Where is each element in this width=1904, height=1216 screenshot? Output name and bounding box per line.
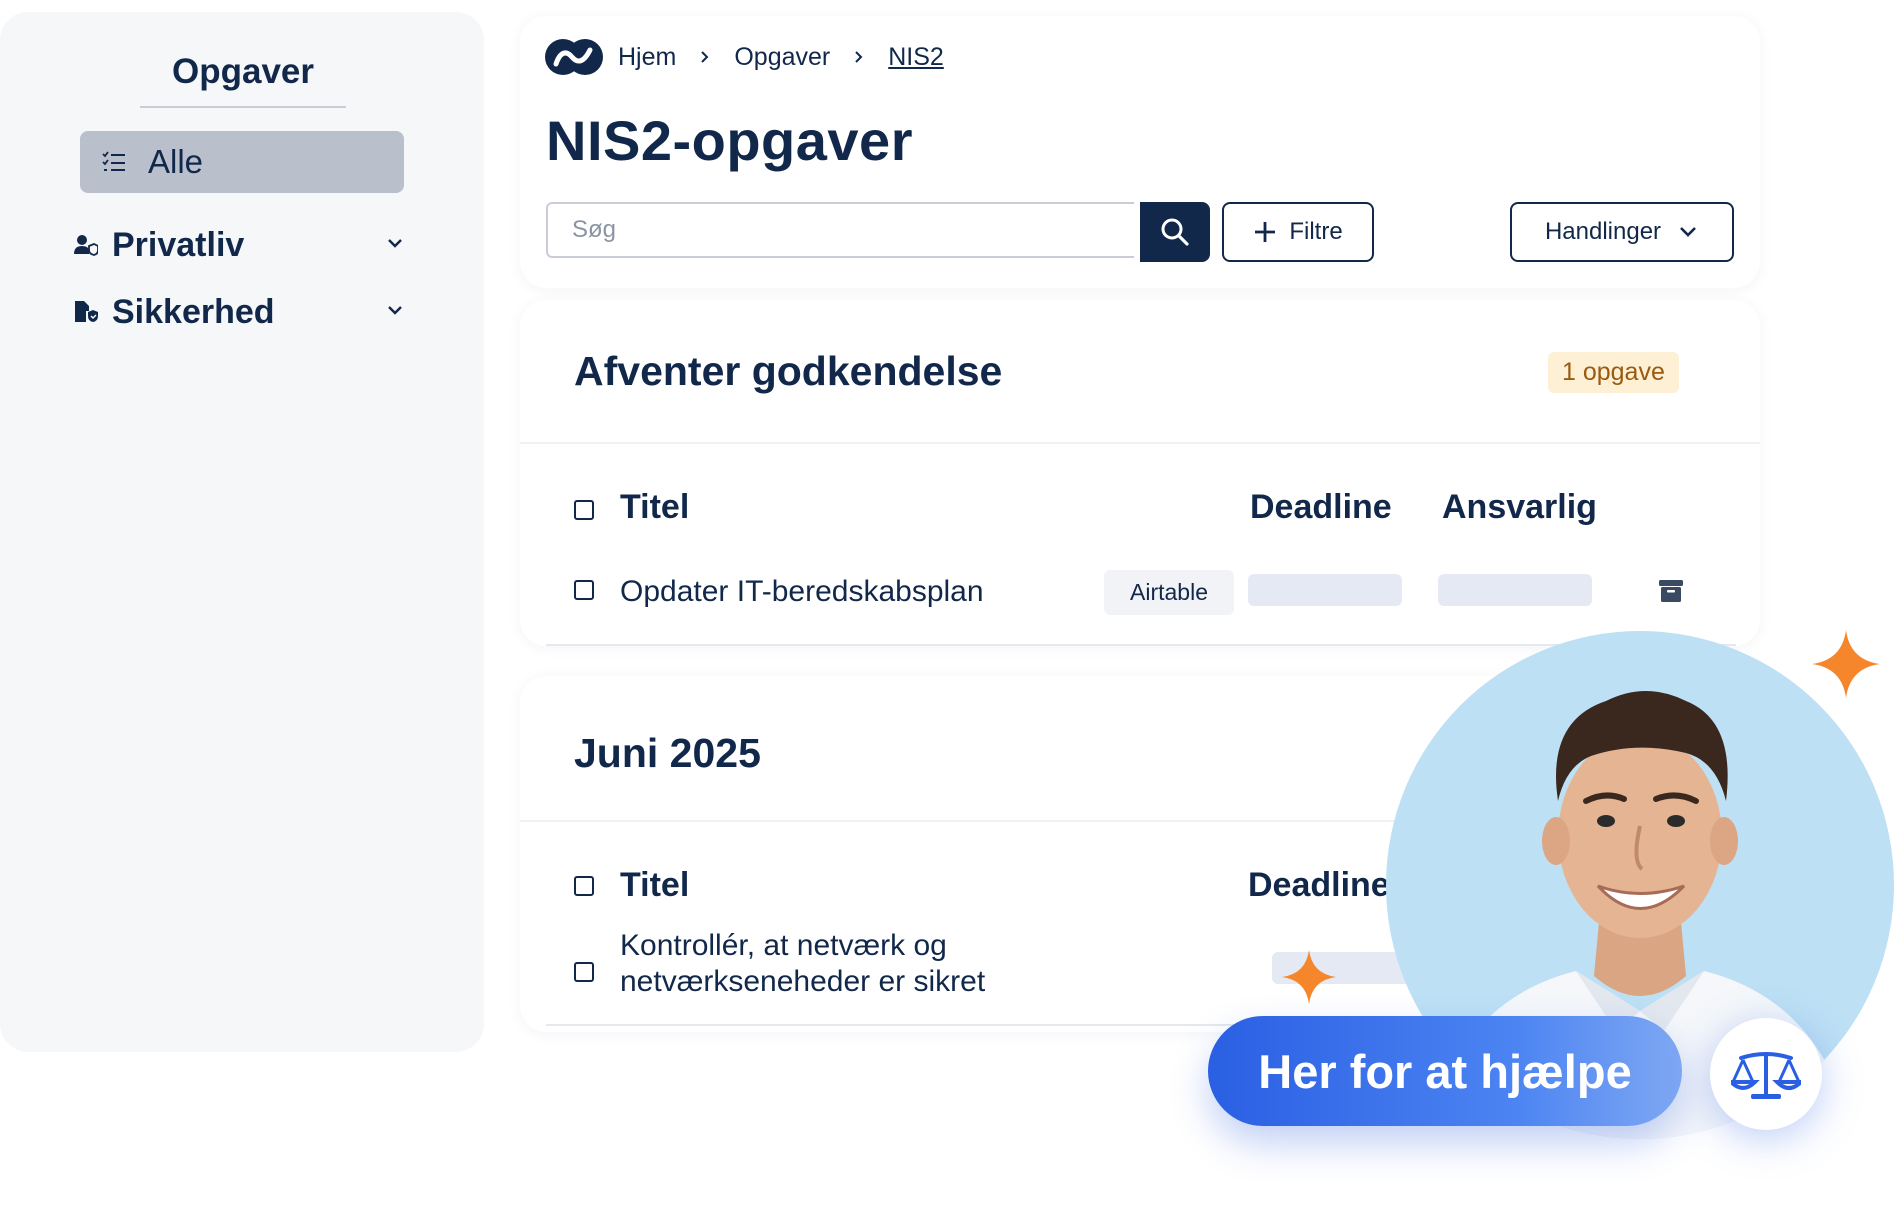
divider [520,442,1760,444]
task-title-line: Kontrollér, at netværk og [620,929,947,962]
section-title: Juni 2025 [574,730,761,776]
file-shield-icon [75,301,98,322]
brand-logo-icon [545,39,603,75]
balance-scale-icon [1731,1052,1801,1099]
sidebar-item-sikkerhed[interactable]: Sikkerhed [74,287,414,337]
row-checkbox[interactable] [574,580,594,600]
chevron-right-icon [855,51,863,63]
section-pending-approval: Afventer godkendelse 1 opgave Titel Dead… [520,300,1760,646]
page-title: NIS2-opgaver [546,109,913,172]
sparkle-icon [1812,630,1880,698]
chevron-down-icon[interactable] [384,232,406,254]
help-chat-button[interactable]: Her for at hjælpe [1208,1016,1682,1126]
row-divider [546,1024,1276,1026]
breadcrumb-opgaver[interactable]: Opgaver [734,43,830,72]
sidebar-title: Opgaver [140,52,346,108]
chevron-down-icon[interactable] [384,299,406,321]
breadcrumb-nis2[interactable]: NIS2 [888,43,944,72]
section-title: Afventer godkendelse [574,348,1003,394]
legal-badge[interactable] [1710,1018,1822,1130]
source-tag: Airtable [1104,570,1234,615]
column-header-titel[interactable]: Titel [620,488,689,527]
sidebar: Opgaver Alle Privatliv Sikkerhed [0,12,484,1052]
column-header-deadline[interactable]: Deadline [1248,866,1390,905]
search-icon [1161,218,1189,246]
deadline-placeholder [1248,574,1402,606]
filter-button-label: Filtre [1289,218,1343,245]
user-shield-icon [74,235,98,256]
actions-dropdown[interactable]: Handlinger [1510,202,1734,262]
breadcrumb-hjem[interactable]: Hjem [618,43,676,72]
sidebar-item-privatliv[interactable]: Privatliv [74,220,414,270]
task-title[interactable]: Opdater IT-beredskabsplan [620,574,984,610]
archive-icon[interactable] [1658,578,1684,604]
column-header-ansvarlig[interactable]: Ansvarlig [1442,488,1597,527]
search-input[interactable] [546,202,1134,258]
sidebar-item-label: Privatliv [112,225,245,264]
row-checkbox[interactable] [574,962,594,982]
sidebar-item-alle[interactable]: Alle [80,131,404,193]
task-title-line: netværkseneheder er sikret [620,965,986,998]
search-button[interactable] [1140,202,1210,262]
sidebar-item-label: Alle [148,143,204,180]
select-all-checkbox[interactable] [574,500,594,520]
plus-icon [1255,222,1276,242]
header-card: Hjem Opgaver NIS2 NIS2-opgaver Filtre Ha… [520,16,1760,288]
sparkle-icon [1282,950,1336,1004]
assignee-placeholder [1438,574,1592,606]
chevron-down-icon [1680,227,1696,237]
column-header-titel[interactable]: Titel [620,866,689,905]
filter-button[interactable]: Filtre [1222,202,1374,262]
select-all-checkbox[interactable] [574,876,594,896]
column-header-deadline[interactable]: Deadline [1250,488,1392,527]
task-count-badge: 1 opgave [1548,352,1679,393]
task-title[interactable]: Kontrollér, at netværk og netværksenehed… [620,928,985,1000]
help-chat-label: Her for at hjælpe [1258,1044,1632,1098]
list-check-icon [102,151,125,171]
sidebar-item-label: Sikkerhed [112,292,275,331]
breadcrumb: Hjem Opgaver NIS2 [544,38,944,76]
actions-dropdown-label: Handlinger [1544,218,1662,245]
chevron-right-icon [701,51,709,63]
